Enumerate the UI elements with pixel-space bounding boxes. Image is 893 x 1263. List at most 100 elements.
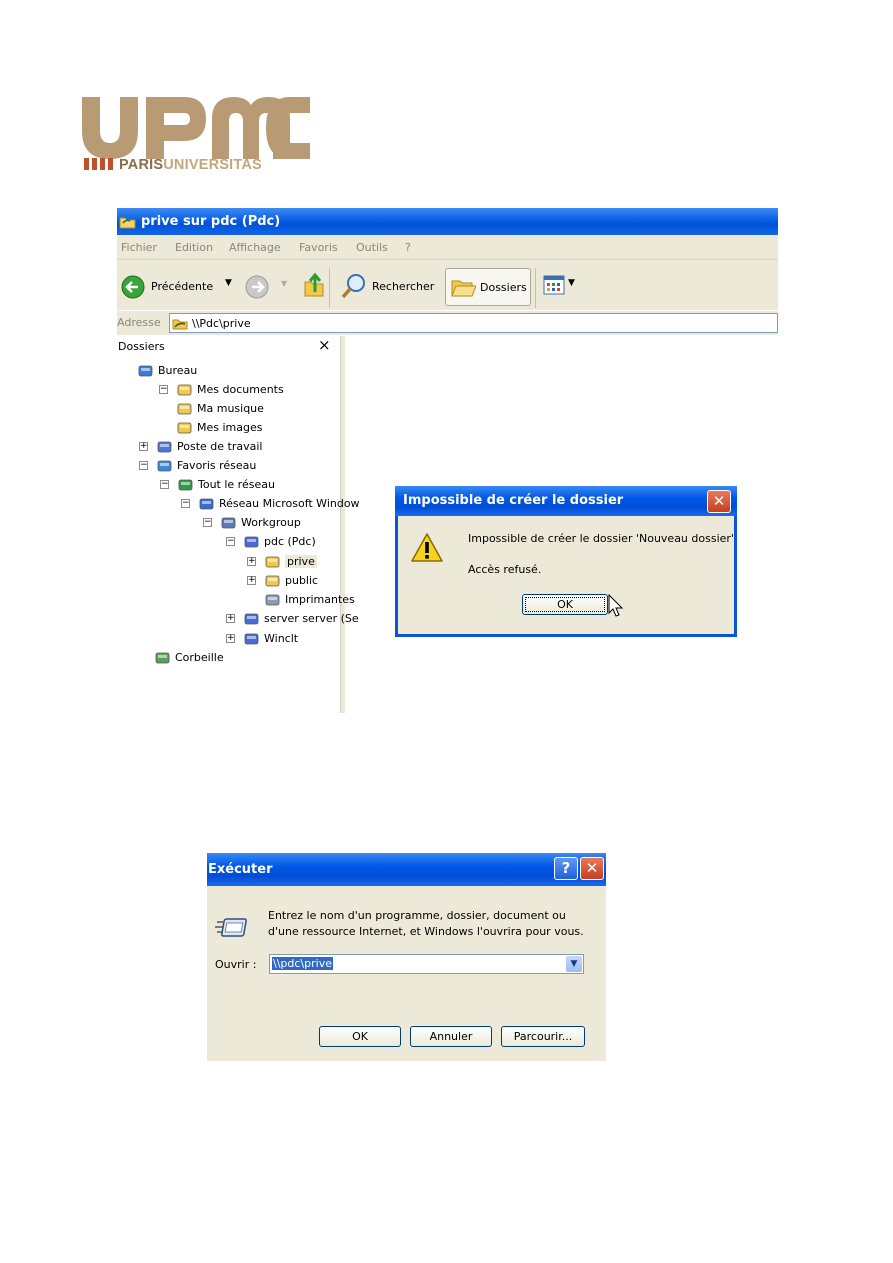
logo-accent-bars	[84, 158, 115, 170]
tree-item-label: Ma musique	[197, 402, 264, 415]
tree-item-label: Tout le réseau	[198, 478, 275, 491]
computer-icon	[244, 534, 259, 549]
folders-icon	[451, 280, 476, 297]
tree-item-label: Mes images	[197, 421, 263, 434]
tree-item-label: Corbeille	[175, 651, 224, 664]
folders-label: Dossiers	[480, 281, 527, 294]
computer-icon	[244, 631, 259, 646]
collapse-icon[interactable]: −	[159, 385, 168, 394]
error-detail: Accès refusé.	[468, 563, 542, 576]
toolbar-separator-2	[535, 268, 536, 308]
open-combobox[interactable]: \\pdc\prive ▼	[269, 954, 584, 974]
expand-icon[interactable]: +	[226, 634, 235, 643]
views-icon	[543, 275, 565, 295]
network-places-icon	[157, 458, 172, 473]
menu-favoris[interactable]: Favoris	[299, 241, 338, 254]
run-dialog-titlebar[interactable]: Exécuter ? ✕	[207, 853, 606, 886]
open-value: \\pdc\prive	[272, 957, 333, 970]
computer-icon	[244, 611, 259, 626]
explorer-window: prive sur pdc (Pdc) Fichier Edition Affi…	[117, 208, 778, 713]
collapse-icon[interactable]: −	[139, 461, 148, 470]
help-button[interactable]: ?	[554, 857, 578, 880]
run-ok-button[interactable]: OK	[319, 1026, 401, 1047]
recycle-bin-icon	[155, 650, 170, 665]
run-icon	[215, 918, 247, 937]
address-input[interactable]: \\Pdc\prive	[169, 313, 778, 333]
collapse-icon[interactable]: −	[181, 499, 190, 508]
error-dialog-title: Impossible de créer le dossier	[403, 493, 624, 508]
network-share-icon	[265, 573, 280, 588]
tree-item-label: Mes documents	[197, 383, 284, 396]
menu-fichier[interactable]: Fichier	[121, 241, 157, 254]
error-message: Impossible de créer le dossier 'Nouveau …	[468, 532, 734, 545]
menu-help[interactable]: ?	[405, 241, 411, 254]
desktop-icon	[138, 363, 153, 378]
back-arrow-icon	[121, 275, 145, 299]
run-description-line1: Entrez le nom d'un programme, dossier, d…	[268, 909, 566, 922]
menu-edition[interactable]: Edition	[175, 241, 213, 254]
my-documents-icon	[177, 382, 192, 397]
tree-item-label: Imprimantes	[285, 593, 355, 606]
logo-tagline-paris: PARIS	[119, 157, 164, 173]
toolbar: Précédente ▼ ▼ Rechercher Dossiers ▼	[117, 260, 778, 316]
run-close-button[interactable]: ✕	[580, 857, 604, 880]
folders-pane-header: Dossiers ×	[117, 336, 341, 356]
tree-item-label: pdc (Pdc)	[264, 535, 316, 548]
run-dialog-title: Exécuter	[208, 862, 273, 877]
network-share-icon	[265, 554, 280, 569]
shared-folder-icon	[119, 217, 136, 229]
tree-item-label: Réseau Microsoft Window	[219, 497, 360, 510]
menu-bar: Fichier Edition Affichage Favoris Outils…	[117, 235, 778, 260]
entire-network-icon	[178, 477, 193, 492]
address-value: \\Pdc\prive	[192, 317, 251, 330]
error-ok-button[interactable]: OK	[522, 594, 608, 615]
explorer-title: prive sur pdc (Pdc)	[141, 214, 281, 229]
collapse-icon[interactable]: −	[160, 480, 169, 489]
network-share-icon	[172, 319, 188, 330]
address-bar: Adresse \\Pdc\prive	[117, 310, 778, 335]
folders-button[interactable]: Dossiers	[445, 268, 531, 306]
collapse-icon[interactable]: −	[203, 518, 212, 527]
error-close-button[interactable]: ✕	[707, 490, 731, 513]
music-folder-icon	[177, 401, 192, 416]
collapse-icon[interactable]: −	[226, 537, 235, 546]
expand-icon[interactable]: +	[247, 576, 256, 585]
open-label: Ouvrir :	[215, 958, 257, 971]
tree-item-label: Winclt	[264, 632, 299, 645]
expand-icon[interactable]: +	[247, 557, 256, 566]
run-description-line2: d'une ressource Internet, et Windows l'o…	[268, 925, 584, 938]
error-dialog: Impossible de créer le dossier ✕ Impossi…	[395, 486, 737, 637]
close-icon[interactable]: ×	[318, 336, 331, 354]
my-computer-icon	[157, 439, 172, 454]
warning-icon	[411, 533, 443, 562]
tree-item-label: server server (Se	[264, 612, 359, 625]
help-icon: ?	[561, 859, 571, 877]
address-label: Adresse	[117, 316, 161, 329]
pane-splitter[interactable]	[340, 336, 345, 713]
tree-item-label: Poste de travail	[177, 440, 263, 453]
forward-arrow-icon[interactable]	[245, 275, 269, 299]
search-label: Rechercher	[372, 280, 435, 293]
logo-tagline-universitas: UNIVERSITAS	[163, 157, 262, 173]
expand-icon[interactable]: +	[226, 614, 235, 623]
run-browse-button[interactable]: Parcourir...	[501, 1026, 585, 1047]
menu-affichage[interactable]: Affichage	[229, 241, 281, 254]
back-dropdown-icon[interactable]: ▼	[225, 278, 232, 288]
forward-dropdown-icon[interactable]: ▼	[281, 279, 287, 288]
search-icon	[341, 274, 365, 299]
expand-icon[interactable]: +	[139, 442, 148, 451]
back-label: Précédente	[151, 280, 214, 293]
tree-item-label: public	[285, 574, 319, 587]
folder-up-icon[interactable]	[303, 272, 325, 298]
pictures-folder-icon	[177, 420, 192, 435]
close-icon: ✕	[585, 859, 599, 877]
explorer-titlebar[interactable]: prive sur pdc (Pdc)	[117, 208, 778, 235]
workgroup-icon	[221, 515, 236, 530]
error-dialog-titlebar[interactable]: Impossible de créer le dossier ✕	[395, 486, 737, 516]
menu-outils[interactable]: Outils	[356, 241, 388, 254]
folders-pane-title: Dossiers	[118, 340, 165, 353]
run-cancel-button[interactable]: Annuler	[410, 1026, 492, 1047]
tree-item-label: Bureau	[158, 364, 198, 377]
chevron-down-icon[interactable]: ▼	[566, 956, 582, 972]
tree-item-label: prive	[285, 555, 317, 568]
